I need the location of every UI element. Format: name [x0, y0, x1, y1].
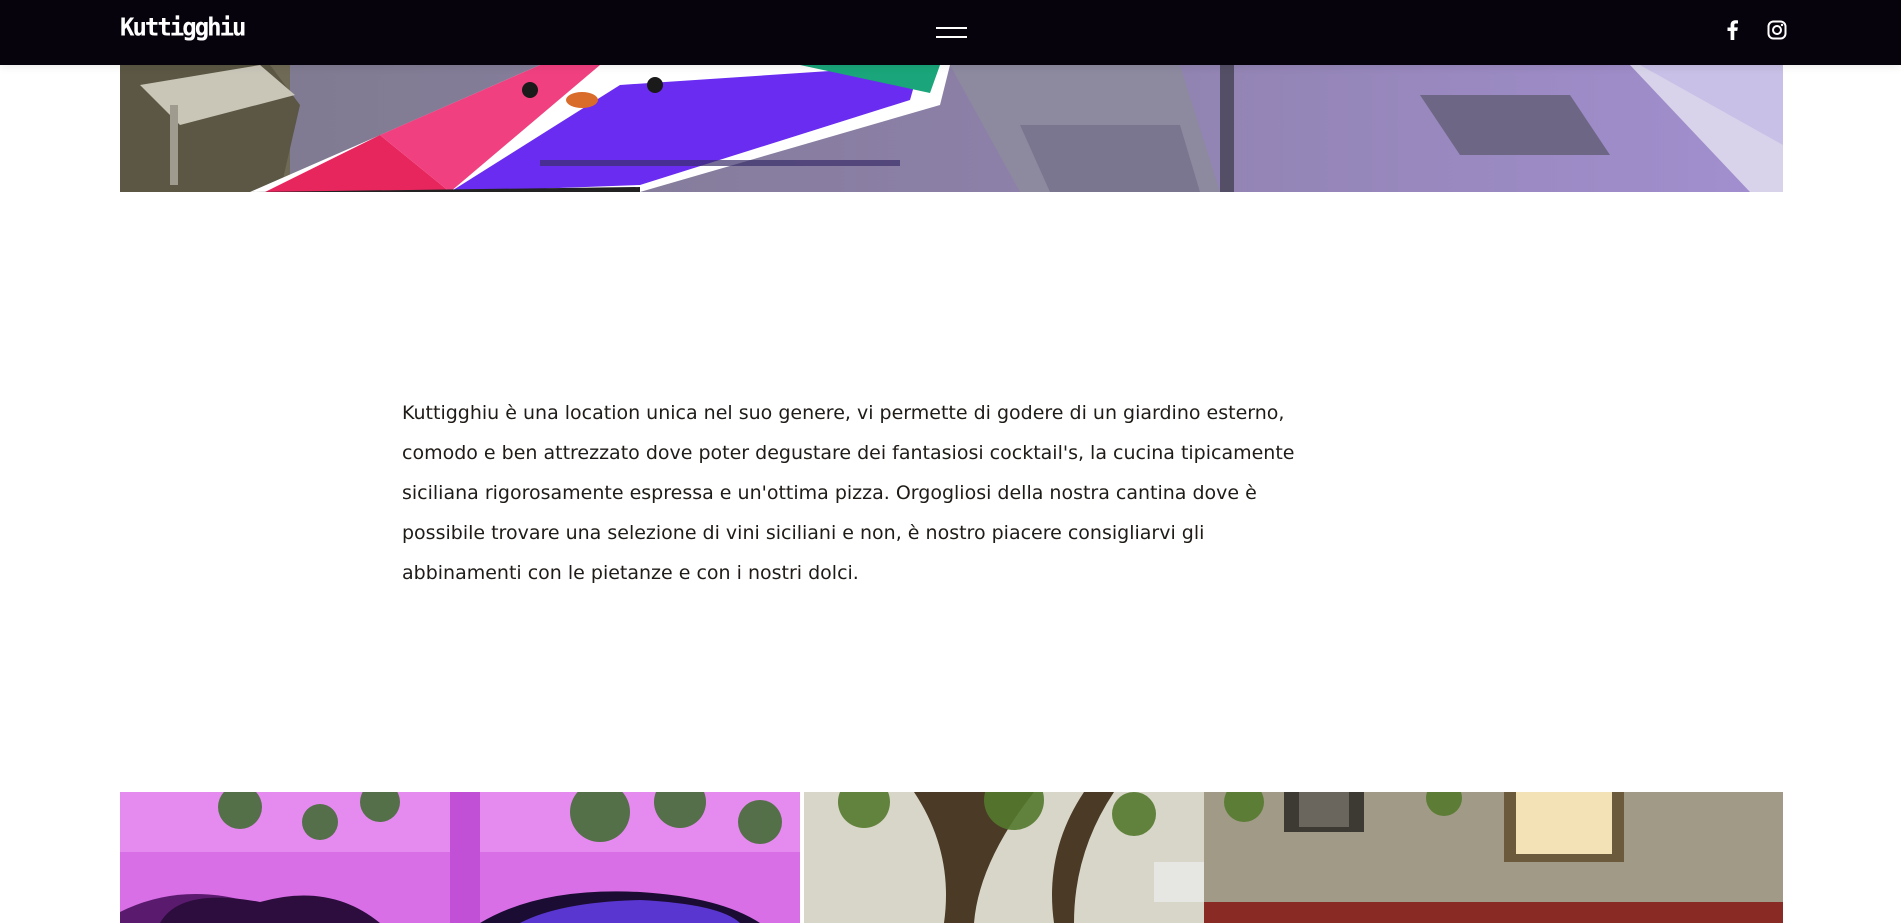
- intro-paragraph: Kuttigghiu è una location unica nel suo …: [402, 402, 1295, 584]
- hero-image: [120, 65, 1783, 192]
- site-logo[interactable]: Kuttigghiu: [120, 11, 246, 43]
- hamburger-menu-icon[interactable]: [936, 22, 968, 44]
- site-header: Kuttigghiu: [0, 0, 1901, 65]
- venue-photo-courtyard: [804, 792, 1783, 923]
- instagram-icon[interactable]: [1766, 19, 1788, 41]
- venue-photo-arches: [120, 792, 804, 923]
- facebook-icon[interactable]: [1722, 19, 1744, 41]
